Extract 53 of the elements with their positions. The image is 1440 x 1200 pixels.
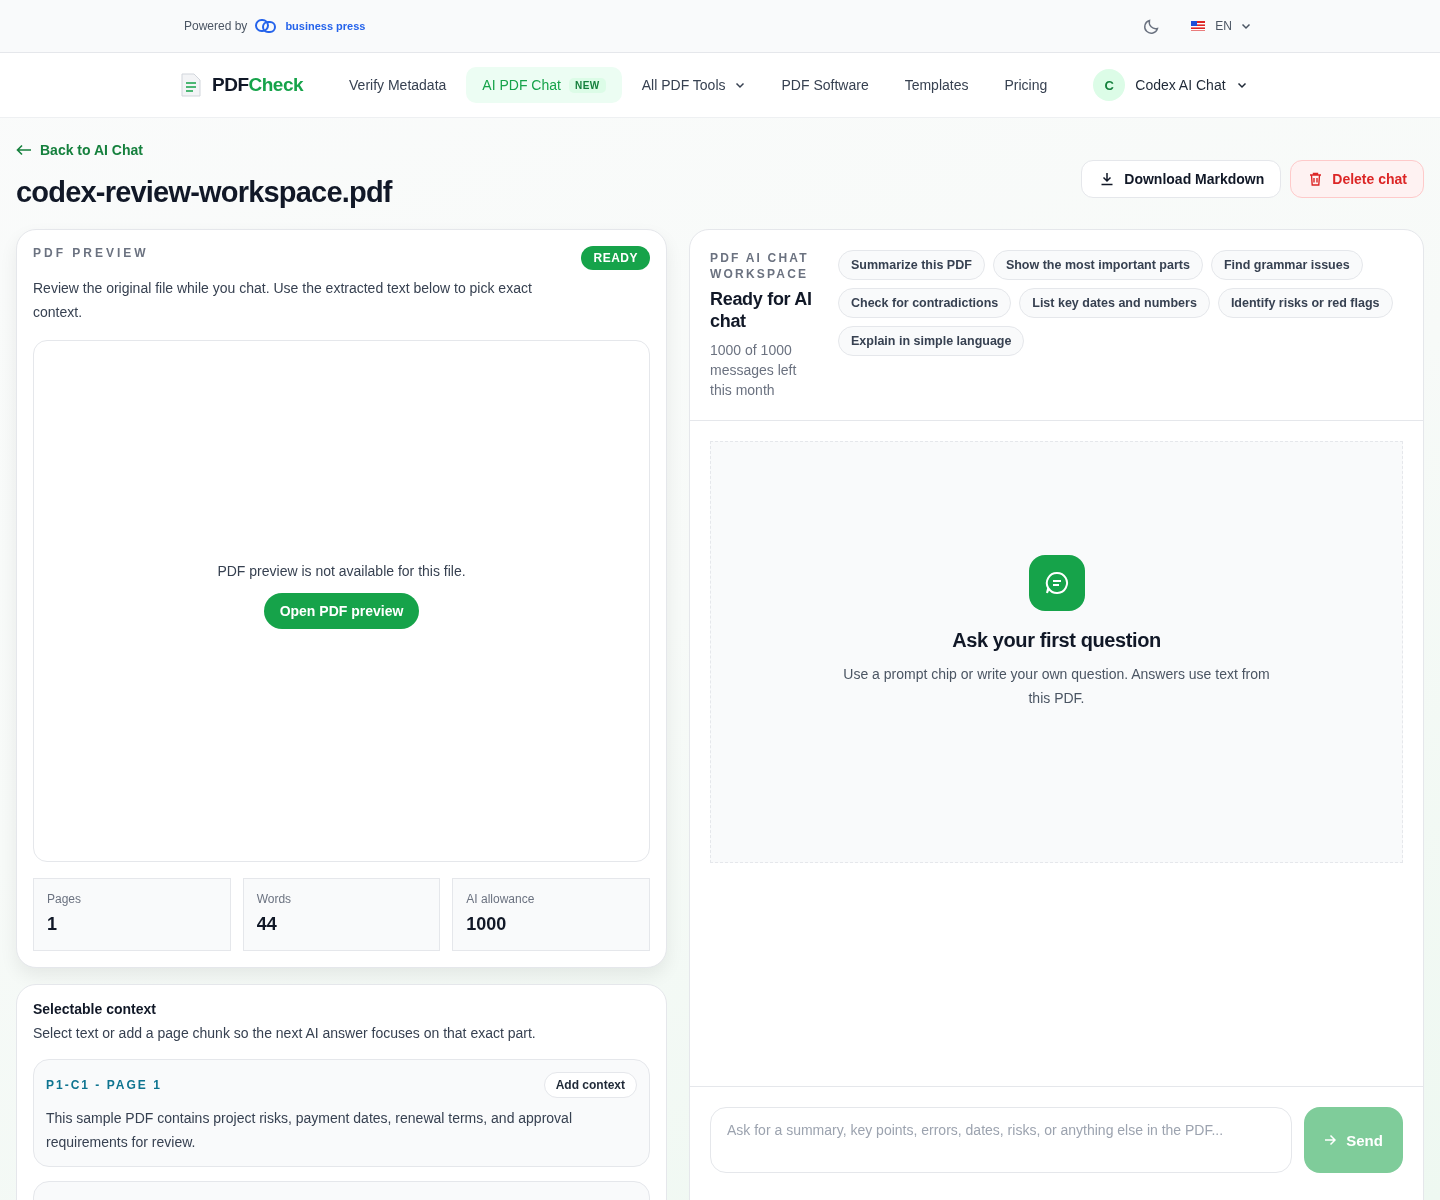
chat-bubble-icon <box>1028 554 1085 611</box>
prompt-chip[interactable]: Check for contradictions <box>838 288 1012 318</box>
add-context-button[interactable]: Add context <box>543 1072 637 1098</box>
question-input[interactable]: Ask for a summary, key points, errors, dates, risks, or anything else in the PDF... <box>710 1107 1292 1173</box>
prompt-chip[interactable]: List key dates and numbers <box>1019 288 1210 318</box>
context-description: Select text or add a page chunk so the next AI answer focuses on that exact part. <box>33 1025 537 1041</box>
brand-link[interactable]: business press <box>285 20 366 32</box>
prompt-chip[interactable]: Show the most important parts <box>992 250 1203 280</box>
language-selector[interactable]: EN <box>1191 19 1252 33</box>
chat-heading: Ready for AI chat <box>710 288 813 332</box>
arrow-right-icon <box>1324 1134 1337 1146</box>
section-label: PDF PREVIEW <box>33 246 149 260</box>
stat-value: 44 <box>256 914 278 935</box>
empty-title: Ask your first question <box>952 628 1161 652</box>
chunk-label: P1-C1 - PAGE 1 <box>46 1078 162 1092</box>
nav-tab[interactable]: AI PDF Chat NEW <box>466 67 622 103</box>
logo-text[interactable]: PDFCheck <box>212 74 304 96</box>
prompt-chip[interactable]: Find grammar issues <box>1210 250 1363 280</box>
arrow-left-icon <box>16 144 32 156</box>
flag-icon <box>1191 21 1206 31</box>
nav-tab[interactable]: Pricing <box>988 67 1064 103</box>
stat-label: AI allowance <box>466 892 536 906</box>
document-icon <box>180 72 202 98</box>
nav-tab[interactable]: PDF Software <box>765 67 885 103</box>
back-link[interactable]: Back to AI Chat <box>16 142 392 158</box>
delete-button[interactable]: Delete chat <box>1290 160 1424 198</box>
stat-label: Pages <box>47 892 83 906</box>
context-title: Selectable context <box>33 1001 157 1017</box>
prompt-chip[interactable]: Summarize this PDF <box>838 250 985 280</box>
account-menu[interactable]: C Codex AI Chat <box>1093 69 1248 101</box>
new-badge: NEW <box>568 77 606 93</box>
stat-label: Words <box>256 892 293 906</box>
section-label: PDF AI CHAT WORKSPACE <box>710 250 810 282</box>
brand-logo-icon <box>255 18 278 34</box>
stat-value: 1 <box>47 914 58 935</box>
download-button[interactable]: Download Markdown <box>1081 160 1282 198</box>
preview-description: Review the original file while you chat. Use the extracted text below to pick exact context. <box>33 279 533 322</box>
nav-tab[interactable]: All PDF Tools <box>625 67 762 103</box>
status-badge: READY <box>581 246 650 270</box>
preview-unavailable-text: PDF preview is not available for this file. <box>217 563 466 579</box>
empty-text: Use a prompt chip or write your own question. Answers use text from this PDF. <box>842 664 1271 708</box>
nav-tab[interactable]: Verify Metadata <box>333 67 463 103</box>
nav-tab[interactable]: Templates <box>888 67 985 103</box>
page-title: codex-review-workspace.pdf <box>16 176 392 209</box>
quota-text: 1000 of 1000 messages left this month <box>710 341 798 400</box>
prompt-chip[interactable]: Identify risks or red flags <box>1217 288 1393 318</box>
prompt-chip[interactable]: Explain in simple language <box>838 326 1025 356</box>
download-icon <box>1100 172 1115 186</box>
trash-icon <box>1309 172 1323 186</box>
avatar: C <box>1093 69 1126 101</box>
powered-by-label: Powered by <box>184 19 248 33</box>
stat-value: 1000 <box>466 914 508 935</box>
chunk-text: This sample PDF contains project risks, payment dates, renewal terms, and approval requirements for review. <box>46 1109 573 1152</box>
